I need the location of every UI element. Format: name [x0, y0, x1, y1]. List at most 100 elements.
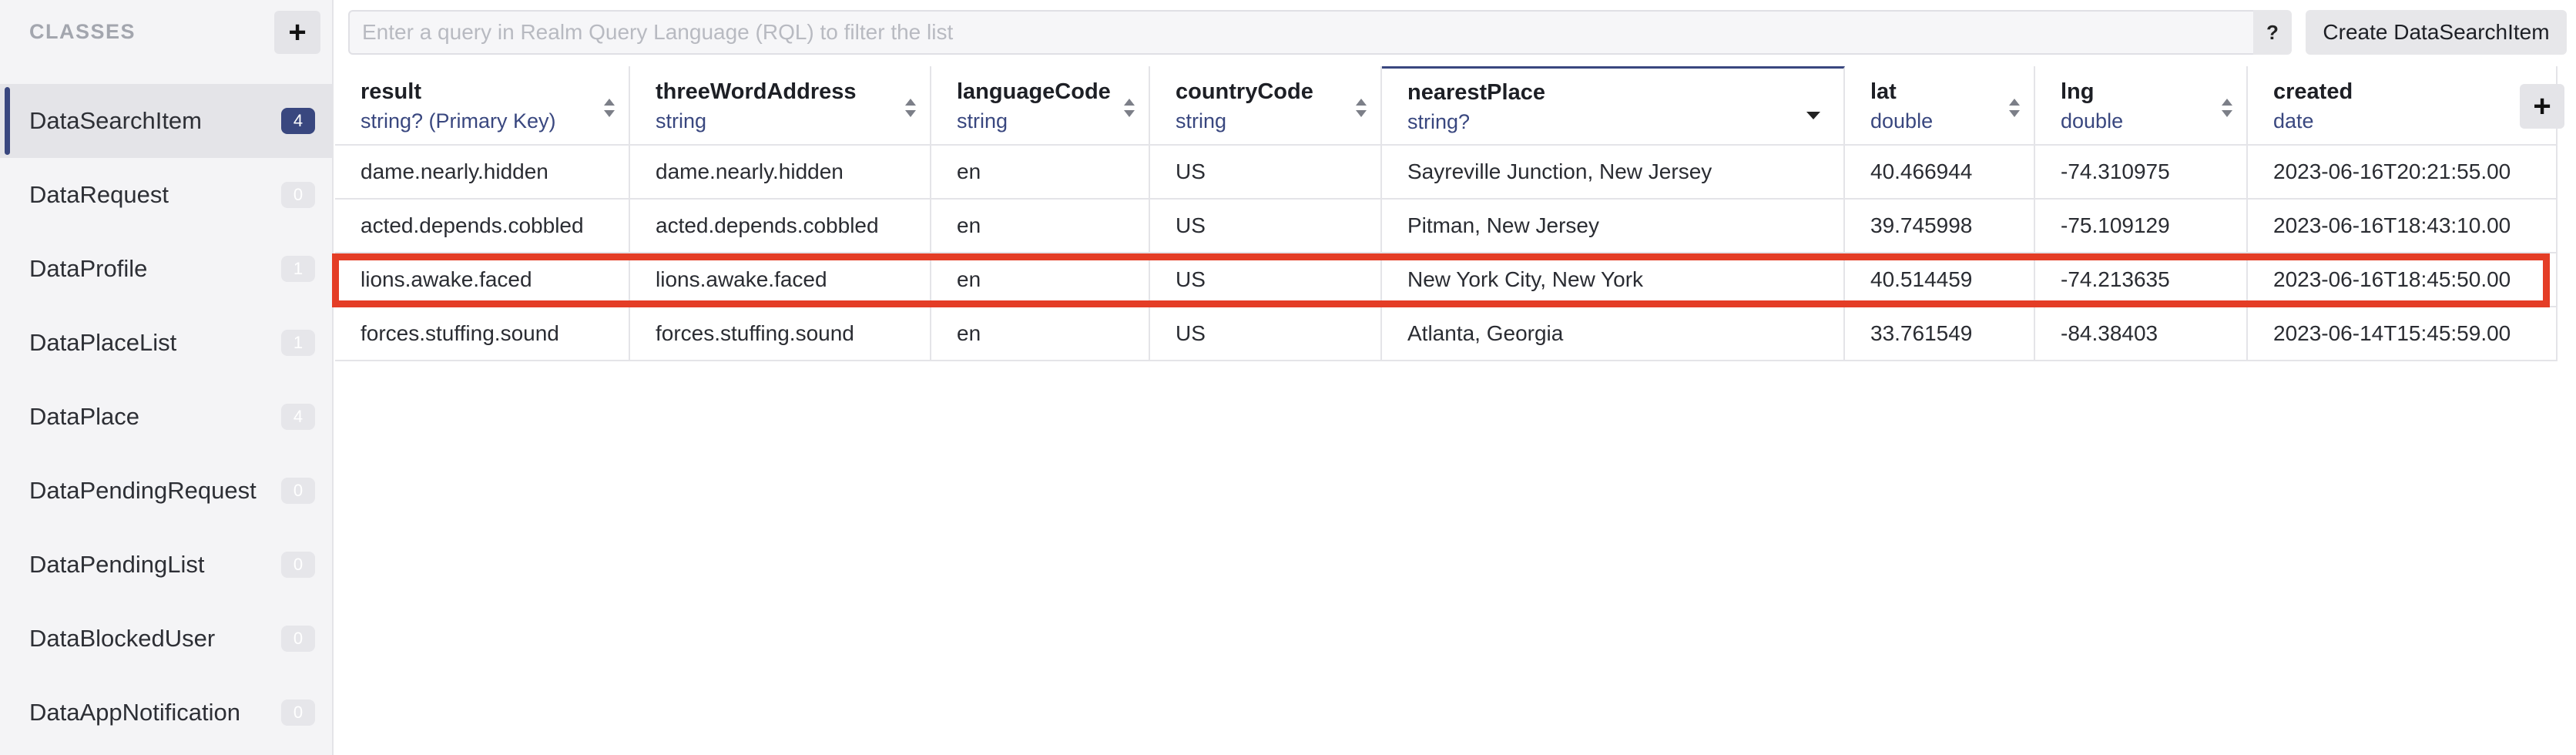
- chevron-down-icon[interactable]: [1806, 112, 1820, 119]
- sort-icon[interactable]: [905, 99, 916, 117]
- class-item-label: DataPendingList: [29, 551, 205, 578]
- table-row[interactable]: acted.depends.cobbled acted.depends.cobb…: [335, 200, 2558, 253]
- table-row[interactable]: dame.nearly.hidden dame.nearly.hidden en…: [335, 146, 2558, 200]
- column-type: double: [1870, 109, 1934, 133]
- column-type: string?: [1407, 110, 1471, 133]
- create-object-button[interactable]: Create DataSearchItem: [2306, 10, 2567, 55]
- class-item-dataappnotification[interactable]: DataAppNotification 0: [0, 676, 332, 750]
- class-item-label: DataBlockedUser: [29, 625, 216, 652]
- class-item-dataplacelist[interactable]: DataPlaceList 1: [0, 306, 332, 380]
- column-type: string? (Primary Key): [361, 109, 556, 133]
- column-name: created: [2273, 79, 2353, 104]
- column-header-lng[interactable]: lng double: [2035, 66, 2248, 144]
- column-name: lat: [1870, 79, 1897, 104]
- column-name: result: [361, 79, 421, 104]
- class-item-dataplace[interactable]: DataPlace 4: [0, 380, 332, 454]
- cell-languagecode[interactable]: en: [931, 253, 1150, 306]
- class-item-label: DataProfile: [29, 255, 148, 282]
- cell-result[interactable]: dame.nearly.hidden: [335, 146, 630, 198]
- column-header-nearestplace[interactable]: nearestPlace string?: [1382, 66, 1845, 144]
- cell-languagecode[interactable]: en: [931, 146, 1150, 198]
- class-count-badge: 1: [281, 256, 315, 282]
- cell-lat[interactable]: 39.745998: [1845, 200, 2035, 252]
- sort-icon[interactable]: [2009, 99, 2020, 117]
- column-header-countrycode[interactable]: countryCode string: [1150, 66, 1382, 144]
- cell-result[interactable]: forces.stuffing.sound: [335, 307, 630, 360]
- table-row-highlighted[interactable]: lions.awake.faced lions.awake.faced en U…: [335, 253, 2558, 307]
- column-header-languagecode[interactable]: languageCode string: [931, 66, 1150, 144]
- cell-nearestplace[interactable]: Pitman, New Jersey: [1382, 200, 1845, 252]
- class-item-datapendinglist[interactable]: DataPendingList 0: [0, 528, 332, 602]
- class-item-label: DataSearchItem: [29, 107, 202, 134]
- cell-created[interactable]: 2023-06-14T15:45:59.00: [2248, 307, 2558, 360]
- sort-icon[interactable]: [1124, 99, 1135, 117]
- object-table: result string? (Primary Key) threeWordAd…: [335, 66, 2558, 361]
- class-item-dataprofile[interactable]: DataProfile 1: [0, 232, 332, 306]
- cell-threewordaddress[interactable]: lions.awake.faced: [630, 253, 931, 306]
- cell-lng[interactable]: -75.109129: [2035, 200, 2248, 252]
- cell-lat[interactable]: 40.514459: [1845, 253, 2035, 306]
- column-name: languageCode: [957, 79, 1111, 104]
- class-count-badge: 0: [281, 700, 315, 726]
- column-header-lat[interactable]: lat double: [1845, 66, 2035, 144]
- cell-threewordaddress[interactable]: dame.nearly.hidden: [630, 146, 931, 198]
- column-type: string: [656, 109, 707, 133]
- cell-countrycode[interactable]: US: [1150, 253, 1382, 306]
- cell-result[interactable]: lions.awake.faced: [335, 253, 630, 306]
- rql-query-input[interactable]: [350, 12, 2254, 53]
- cell-lng[interactable]: -84.38403: [2035, 307, 2248, 360]
- query-help-button[interactable]: ?: [2253, 10, 2292, 55]
- cell-nearestplace[interactable]: Sayreville Junction, New Jersey: [1382, 146, 1845, 198]
- column-type: double: [2061, 109, 2124, 133]
- sort-icon[interactable]: [2222, 99, 2232, 117]
- table-row[interactable]: forces.stuffing.sound forces.stuffing.so…: [335, 307, 2558, 361]
- cell-countrycode[interactable]: US: [1150, 146, 1382, 198]
- cell-countrycode[interactable]: US: [1150, 307, 1382, 360]
- column-name: lng: [2061, 79, 2095, 104]
- column-type: string: [1176, 109, 1227, 133]
- cell-created[interactable]: 2023-06-16T20:21:55.00: [2248, 146, 2558, 198]
- cell-languagecode[interactable]: en: [931, 307, 1150, 360]
- cell-threewordaddress[interactable]: forces.stuffing.sound: [630, 307, 931, 360]
- class-count-badge: 0: [281, 478, 315, 504]
- cell-threewordaddress[interactable]: acted.depends.cobbled: [630, 200, 931, 252]
- cell-lng[interactable]: -74.213635: [2035, 253, 2248, 306]
- class-item-datasearchitem[interactable]: DataSearchItem 4: [0, 84, 332, 158]
- add-property-button[interactable]: +: [2520, 84, 2564, 129]
- class-item-datapendingrequest[interactable]: DataPendingRequest 0: [0, 454, 332, 528]
- cell-lat[interactable]: 33.761549: [1845, 307, 2035, 360]
- class-item-datarequest[interactable]: DataRequest 0: [0, 158, 332, 232]
- cell-lat[interactable]: 40.466944: [1845, 146, 2035, 198]
- column-header-created[interactable]: created date: [2248, 66, 2558, 144]
- sidebar-title: CLASSES: [29, 20, 136, 43]
- cell-nearestplace[interactable]: Atlanta, Georgia: [1382, 307, 1845, 360]
- cell-created[interactable]: 2023-06-16T18:43:10.00: [2248, 200, 2558, 252]
- column-header-result[interactable]: result string? (Primary Key): [335, 66, 630, 144]
- cell-created[interactable]: 2023-06-16T18:45:50.00: [2248, 253, 2558, 306]
- sidebar-header: CLASSES +: [0, 0, 332, 66]
- class-item-datablockeduser[interactable]: DataBlockedUser 0: [0, 602, 332, 676]
- class-count-badge: 0: [281, 552, 315, 578]
- cell-lng[interactable]: -74.310975: [2035, 146, 2248, 198]
- class-count-badge: 0: [281, 626, 315, 652]
- cell-nearestplace[interactable]: New York City, New York: [1382, 253, 1845, 306]
- class-count-badge: 4: [281, 108, 315, 134]
- class-item-label: DataAppNotification: [29, 699, 240, 726]
- cell-languagecode[interactable]: en: [931, 200, 1150, 252]
- sort-icon[interactable]: [1356, 99, 1367, 117]
- class-item-label: DataPlaceList: [29, 329, 177, 356]
- class-count-badge: 1: [281, 330, 315, 356]
- column-header-threewordaddress[interactable]: threeWordAddress string: [630, 66, 931, 144]
- cell-countrycode[interactable]: US: [1150, 200, 1382, 252]
- class-count-badge: 4: [281, 404, 315, 430]
- column-name: countryCode: [1176, 79, 1313, 104]
- class-count-badge: 0: [281, 182, 315, 208]
- column-name: threeWordAddress: [656, 79, 857, 104]
- class-item-label: DataPendingRequest: [29, 477, 257, 504]
- sort-icon[interactable]: [604, 99, 615, 117]
- add-class-button[interactable]: +: [274, 11, 320, 54]
- class-list: DataSearchItem 4 DataRequest 0 DataProfi…: [0, 84, 332, 750]
- column-type: date: [2273, 109, 2314, 133]
- table-header-row: result string? (Primary Key) threeWordAd…: [335, 66, 2558, 146]
- cell-result[interactable]: acted.depends.cobbled: [335, 200, 630, 252]
